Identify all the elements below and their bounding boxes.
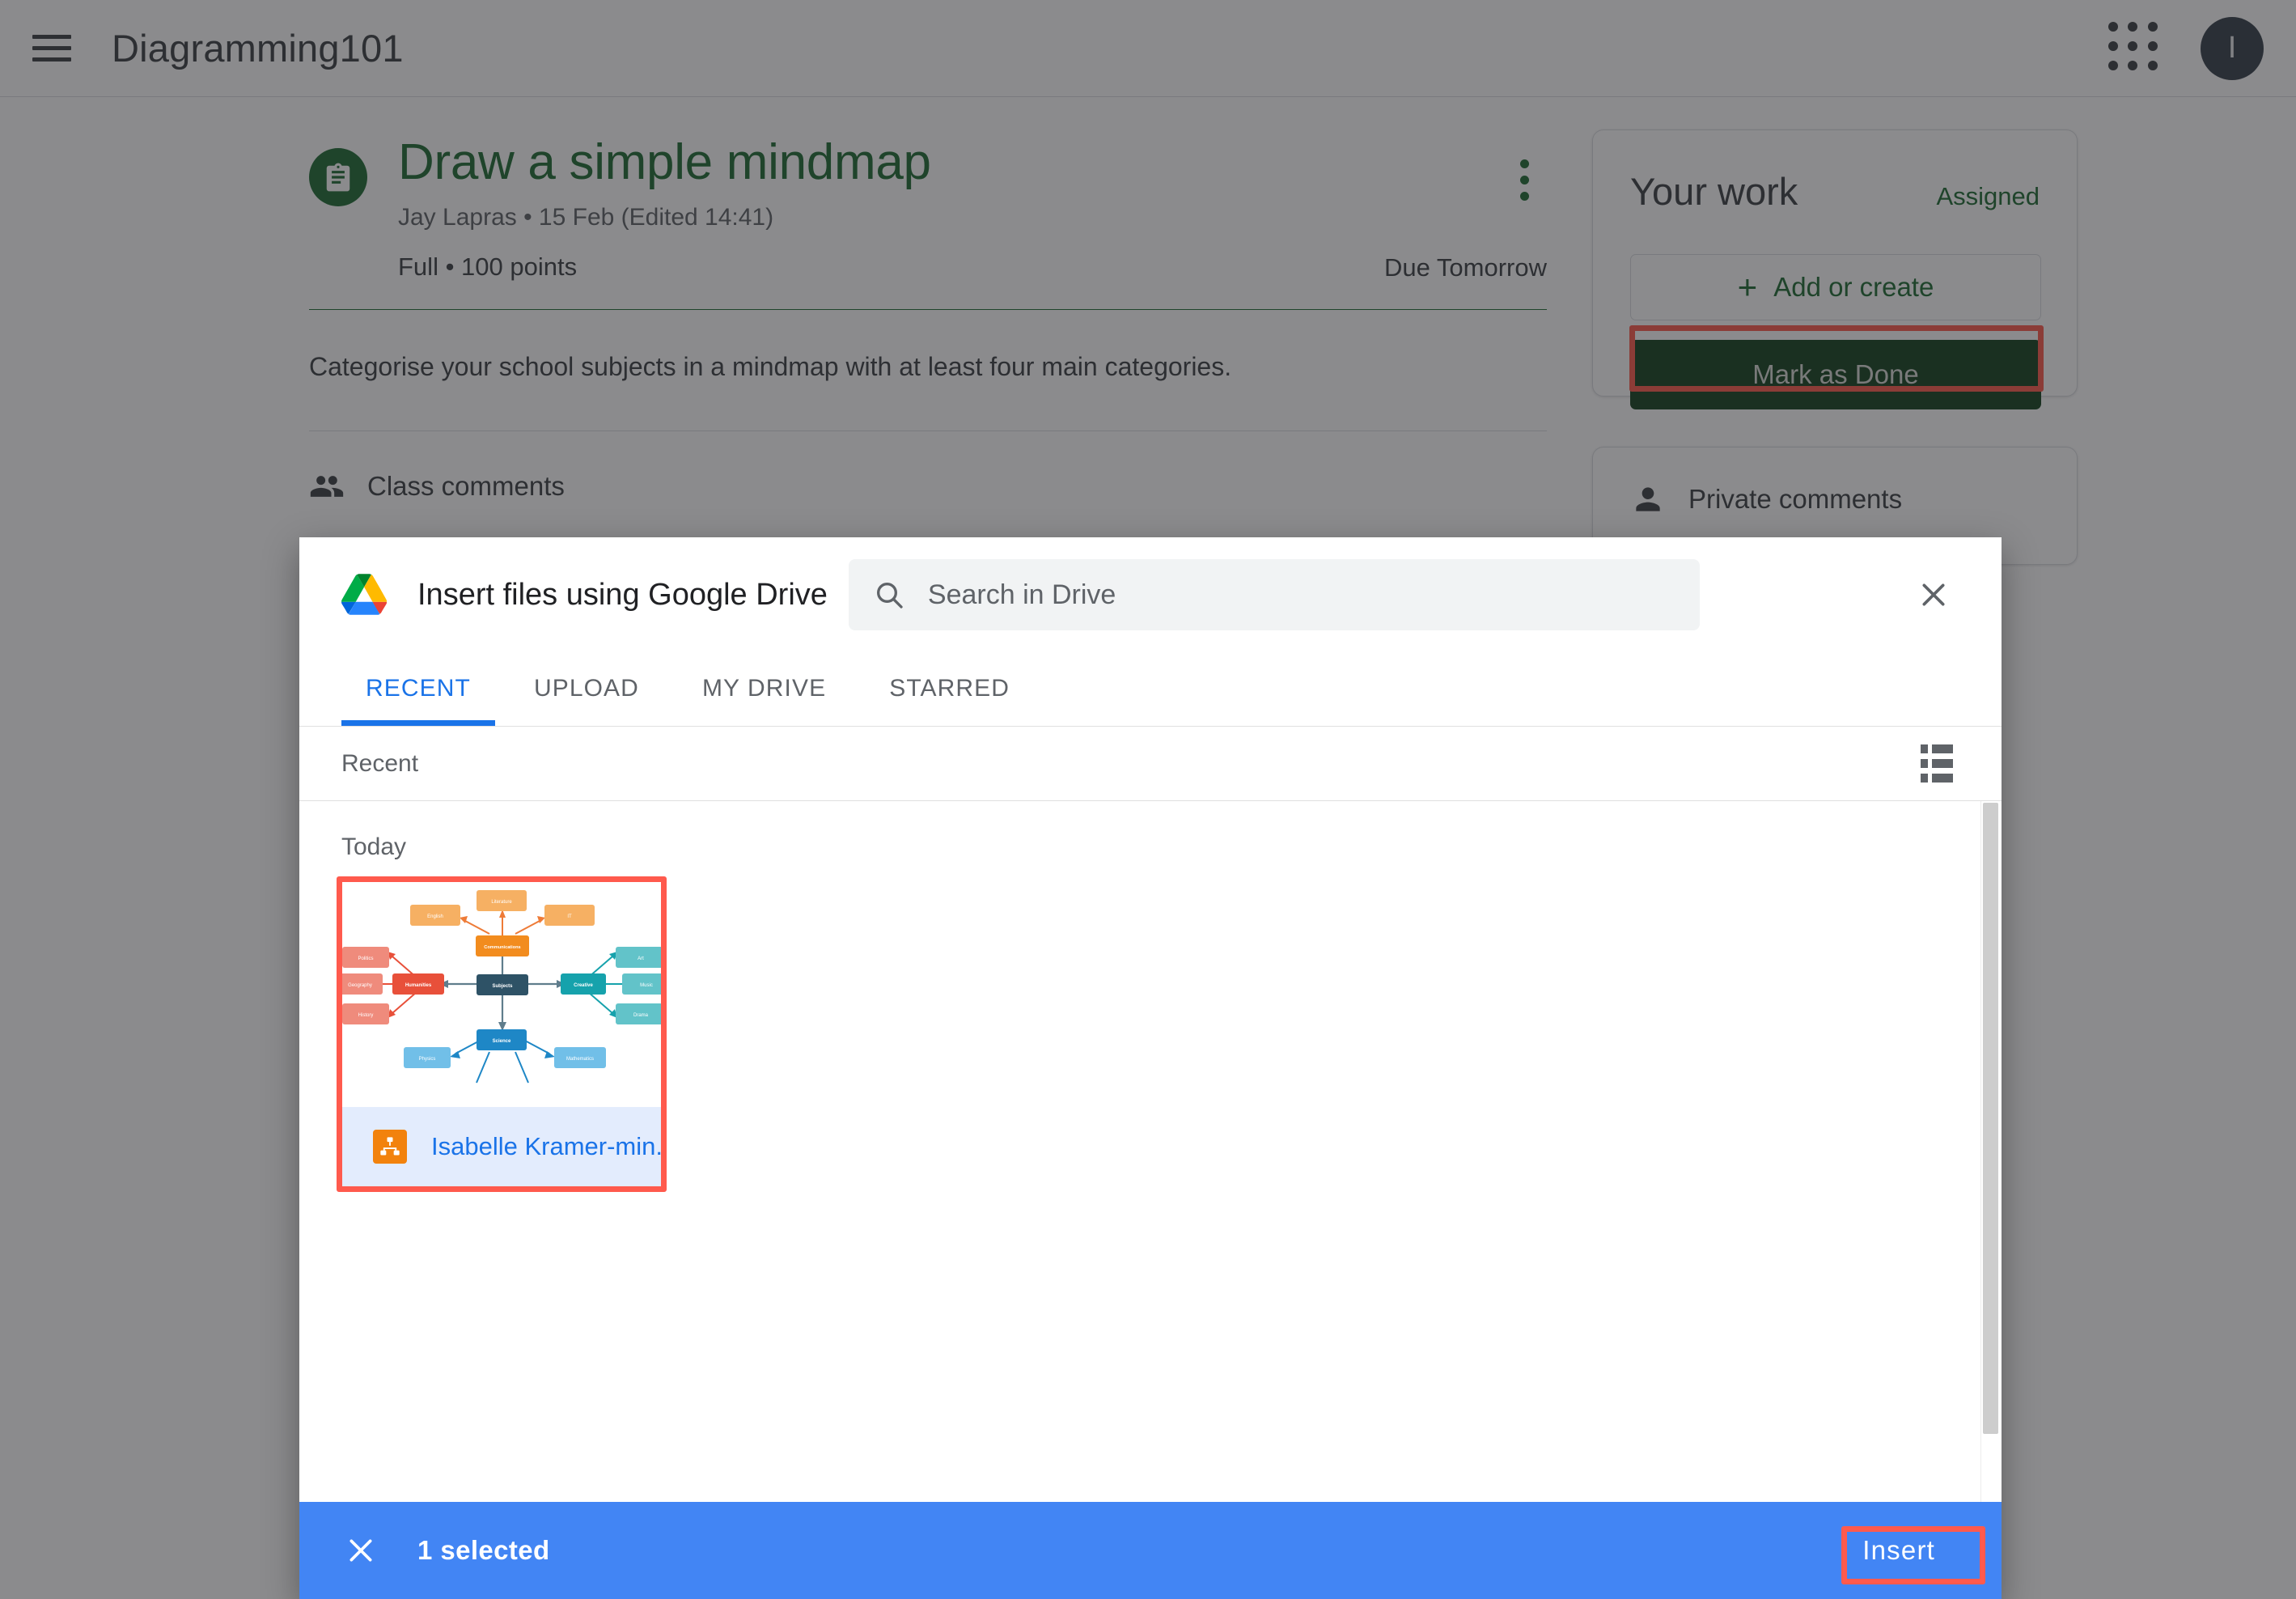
section-label-today: Today bbox=[341, 833, 406, 861]
svg-text:Mathematics: Mathematics bbox=[566, 1057, 594, 1062]
close-icon[interactable] bbox=[335, 1525, 387, 1576]
svg-text:Music: Music bbox=[640, 983, 653, 988]
dialog-title: Insert files using Google Drive bbox=[417, 578, 828, 613]
file-tile[interactable]: Literature English IT Communications Pol… bbox=[341, 881, 662, 1187]
lucidchart-file-icon bbox=[373, 1130, 407, 1164]
tab-upload[interactable]: Upload bbox=[510, 651, 663, 726]
svg-text:Drama: Drama bbox=[633, 1013, 649, 1018]
screen: Diagramming101 I Draw a simple mind bbox=[0, 0, 2296, 1599]
svg-text:IT: IT bbox=[567, 914, 572, 919]
insert-button[interactable]: Insert bbox=[1841, 1521, 1956, 1580]
svg-text:Literature: Literature bbox=[491, 900, 512, 905]
svg-text:History: History bbox=[358, 1013, 374, 1018]
svg-text:Humanities: Humanities bbox=[405, 983, 432, 988]
google-drive-logo-icon bbox=[341, 574, 387, 616]
mindmap-thumbnail-image: Literature English IT Communications Pol… bbox=[342, 882, 662, 1109]
svg-text:Creative: Creative bbox=[574, 983, 593, 988]
search-icon bbox=[873, 579, 905, 611]
tab-recent[interactable]: Recent bbox=[341, 651, 495, 726]
file-label-row[interactable]: Isabelle Kramer-min... bbox=[342, 1107, 662, 1186]
file-thumbnail: Literature English IT Communications Pol… bbox=[342, 882, 662, 1109]
svg-text:Physics: Physics bbox=[419, 1057, 436, 1062]
file-name: Isabelle Kramer-min... bbox=[431, 1132, 662, 1161]
svg-text:Politics: Politics bbox=[358, 956, 373, 961]
svg-text:Art: Art bbox=[638, 956, 644, 961]
dialog-subheader: Recent bbox=[299, 727, 2002, 801]
dialog-footer: 1 selected Insert bbox=[299, 1502, 2002, 1599]
svg-text:Communications: Communications bbox=[484, 945, 520, 950]
svg-text:Geography: Geography bbox=[348, 983, 372, 988]
close-icon[interactable] bbox=[1904, 566, 1963, 624]
scrollbar-thumb[interactable] bbox=[1983, 803, 1998, 1434]
search-box[interactable] bbox=[849, 559, 1700, 630]
breadcrumb: Recent bbox=[341, 750, 418, 778]
tab-my-drive[interactable]: My Drive bbox=[678, 651, 850, 726]
search-input[interactable] bbox=[928, 579, 1675, 611]
list-view-icon[interactable] bbox=[1921, 743, 1963, 785]
selected-count: 1 selected bbox=[417, 1535, 550, 1566]
scrollbar-track[interactable] bbox=[1980, 801, 2002, 1502]
svg-text:Subjects: Subjects bbox=[492, 984, 513, 989]
svg-text:English: English bbox=[427, 914, 443, 919]
dialog-tabs: Recent Upload My Drive Starred bbox=[299, 652, 2002, 727]
dialog-header: Insert files using Google Drive bbox=[299, 537, 2002, 652]
svg-text:Science: Science bbox=[493, 1039, 511, 1044]
tab-starred[interactable]: Starred bbox=[865, 651, 1034, 726]
